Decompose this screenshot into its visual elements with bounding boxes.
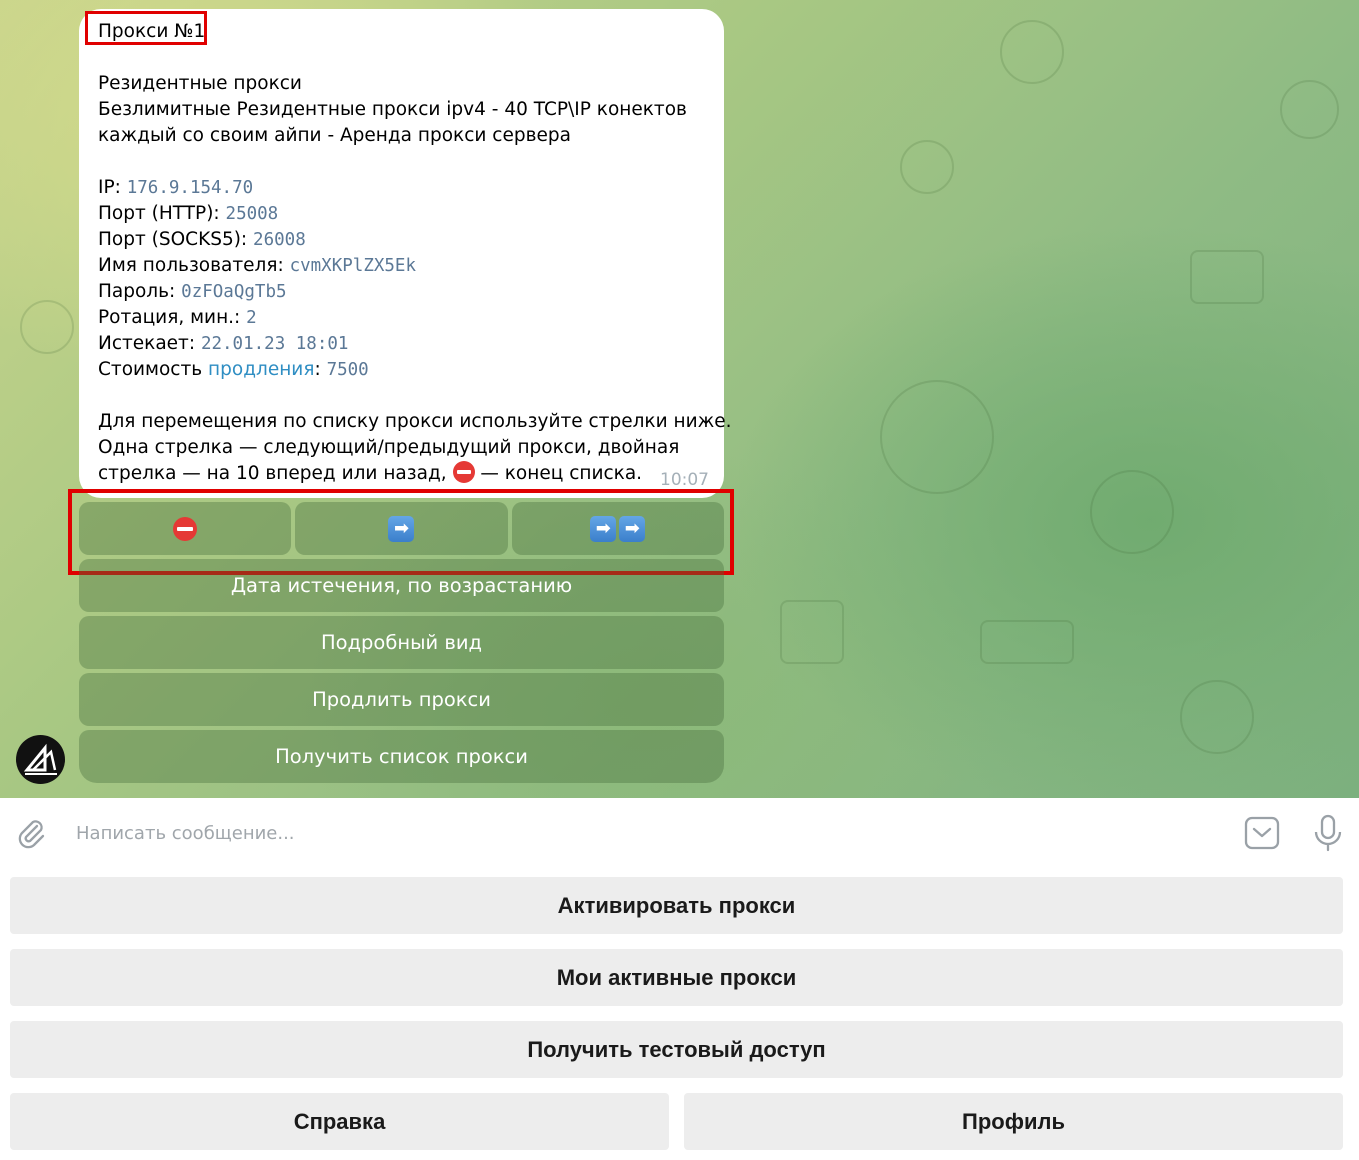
password-label: Пароль:: [98, 281, 182, 302]
cost-row: Стоимость продления: 7500: [98, 357, 705, 383]
bot-avatar[interactable]: [16, 735, 65, 784]
help-line-3a: стрелка — на 10 вперед или назад,: [98, 463, 453, 484]
ip-label: IP:: [98, 177, 127, 198]
message-desc-1: Безлимитные Резидентные прокси ipv4 - 40…: [98, 99, 687, 120]
compose-bar: [0, 798, 1359, 866]
attach-icon[interactable]: [14, 816, 48, 854]
ip-row: IP: 176.9.154.70: [98, 175, 705, 201]
rotation-row: Ротация, мин.: 2: [98, 305, 705, 331]
logo-icon: [23, 743, 57, 775]
http-port-row: Порт (HTTP): 25008: [98, 201, 705, 227]
password-value[interactable]: 0zFOaQgTb5: [181, 282, 286, 302]
get-test-access-button[interactable]: Получить тестовый доступ: [10, 1021, 1343, 1078]
message-desc-2: каждый со своим айпи - Аренда прокси сер…: [98, 125, 571, 146]
expires-row: Истекает: 22.01.23 18:01: [98, 331, 705, 357]
expires-label: Истекает:: [98, 333, 201, 354]
doodle-balloon: [880, 380, 994, 494]
message-time: 10:07: [660, 470, 709, 490]
message-type: Резидентные прокси: [98, 73, 302, 94]
username-value[interactable]: cvmXKPlZX5Ek: [290, 256, 416, 276]
cost-label: Стоимость: [98, 359, 209, 380]
doodle-square: [780, 600, 844, 664]
http-port-value[interactable]: 25008: [226, 204, 279, 224]
socks-port-row: Порт (SOCKS5): 26008: [98, 227, 705, 253]
doodle-circle: [1000, 20, 1064, 84]
cost-value[interactable]: 7500: [327, 360, 369, 380]
activate-proxy-button[interactable]: Активировать прокси: [10, 877, 1343, 934]
doodle-flat: [980, 620, 1074, 664]
socks-port-value[interactable]: 26008: [253, 230, 306, 250]
help-line-3: стрелка — на 10 вперед или назад, — коне…: [98, 461, 705, 487]
extend-link[interactable]: продления: [208, 359, 314, 380]
profile-button[interactable]: Профиль: [684, 1093, 1343, 1150]
password-row: Пароль: 0zFOaQgTb5: [98, 279, 705, 305]
username-row: Имя пользователя: cvmXKPlZX5Ek: [98, 253, 705, 279]
bot-keyboard-icon[interactable]: [1244, 816, 1280, 854]
title-highlight-box: [85, 11, 207, 45]
ip-value[interactable]: 176.9.154.70: [127, 178, 253, 198]
doodle-donut: [1180, 680, 1254, 754]
help-line-1: Для перемещения по списку прокси использ…: [98, 411, 732, 432]
doodle-ring: [1090, 470, 1174, 554]
microphone-icon[interactable]: [1312, 814, 1344, 856]
socks-port-label: Порт (SOCKS5):: [98, 229, 254, 250]
get-proxy-list-button[interactable]: Получить список прокси: [79, 730, 724, 783]
cost-separator: :: [314, 359, 327, 380]
help-line-3b: — конец списка.: [474, 463, 643, 484]
username-label: Имя пользователя:: [98, 255, 290, 276]
expires-value[interactable]: 22.01.23 18:01: [201, 334, 349, 354]
rotation-label: Ротация, мин.:: [98, 307, 247, 328]
my-active-proxies-button[interactable]: Мои активные прокси: [10, 949, 1343, 1006]
inline-list-row: Получить список прокси: [79, 730, 724, 783]
help-line-2: Одна стрелка — следующий/предыдущий прок…: [98, 437, 680, 458]
doodle-corner: [1280, 80, 1339, 139]
no-entry-icon: [452, 461, 475, 483]
doodle-dot: [900, 140, 954, 194]
extend-proxy-button[interactable]: Продлить прокси: [79, 673, 724, 726]
message-bubble: Прокси №1 Резидентные прокси Безлимитные…: [79, 9, 732, 498]
rotation-value[interactable]: 2: [246, 308, 257, 328]
doodle-box: [1190, 250, 1264, 304]
inline-sort-row: Дата истечения, по возрастанию: [79, 559, 724, 612]
http-port-label: Порт (HTTP):: [98, 203, 226, 224]
inline-extend-row: Продлить прокси: [79, 673, 724, 726]
inline-detail-row: Подробный вид: [79, 616, 724, 669]
message-input[interactable]: [74, 818, 1178, 848]
help-button[interactable]: Справка: [10, 1093, 669, 1150]
doodle-small: [20, 300, 74, 354]
detailed-view-button[interactable]: Подробный вид: [79, 616, 724, 669]
sort-by-expiry-button[interactable]: Дата истечения, по возрастанию: [79, 559, 724, 612]
